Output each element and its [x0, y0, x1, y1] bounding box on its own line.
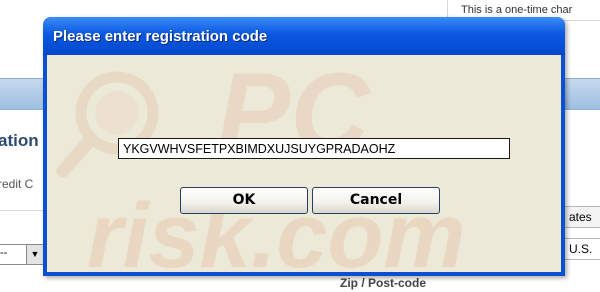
month-select-value: -- — [0, 247, 8, 259]
ok-button[interactable]: OK — [180, 187, 308, 214]
dropdown-arrow-icon[interactable]: ▼ — [26, 245, 43, 264]
info-text: This is a one-time char — [461, 4, 573, 16]
credit-card-label: redit C — [0, 177, 34, 191]
cancel-button[interactable]: Cancel — [312, 187, 440, 214]
state-field-text: ates — [569, 210, 592, 224]
watermark-logo: PC risk.com — [56, 55, 465, 272]
zip-label: Zip / Post-code — [340, 276, 427, 290]
dialog-title-bar[interactable]: Please enter registration code — [43, 17, 565, 55]
registration-dialog: Please enter registration code PC risk.c… — [43, 17, 565, 276]
country-field-text: U.S. — [569, 242, 593, 256]
registration-code-input[interactable] — [118, 138, 510, 159]
month-select[interactable]: -- ▼ — [0, 244, 44, 265]
state-field[interactable]: ates — [562, 206, 600, 228]
dialog-body: PC risk.com OK Cancel — [47, 55, 561, 272]
section-heading: ation — [0, 131, 39, 150]
dialog-title: Please enter registration code — [53, 28, 268, 45]
country-field[interactable]: U.S. — [562, 238, 600, 260]
